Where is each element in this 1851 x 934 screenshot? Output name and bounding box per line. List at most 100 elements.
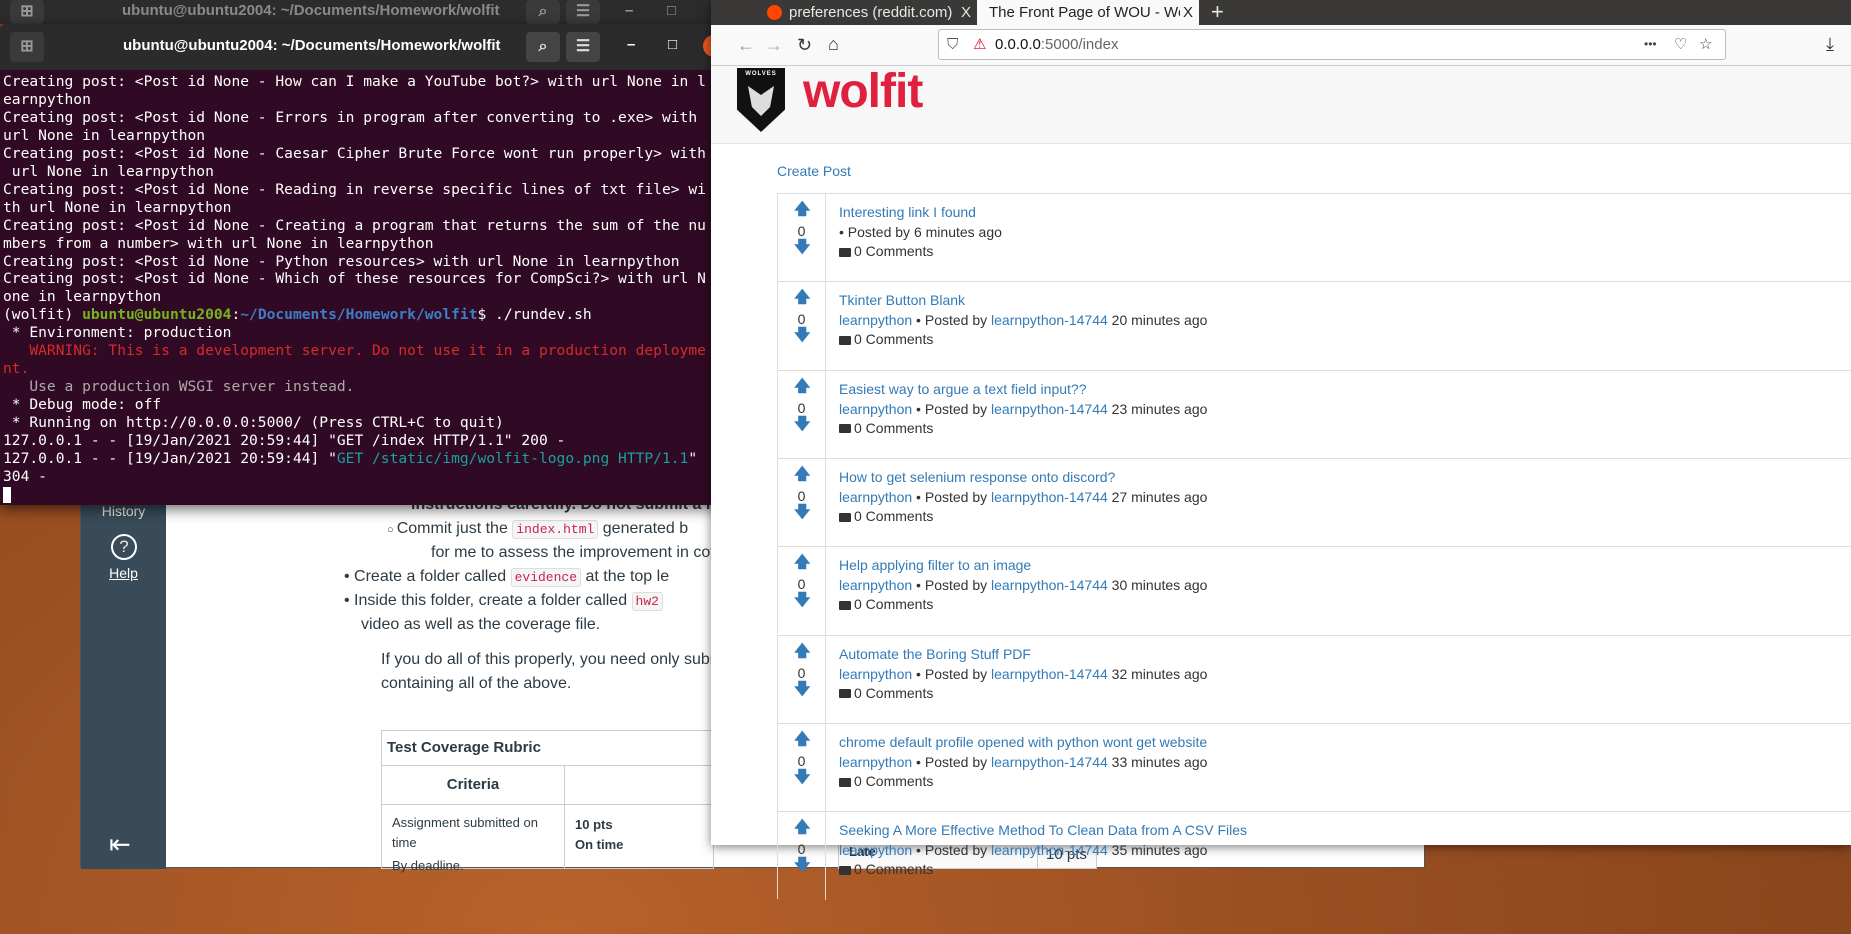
- comments-link[interactable]: 0 Comments: [839, 685, 933, 701]
- post-age: 23 minutes ago: [1111, 400, 1208, 417]
- terminal-window[interactable]: ⊞ ubuntu@ubuntu2004: ~/Documents/Homewor…: [0, 24, 738, 505]
- minimize-icon[interactable]: –: [625, 2, 633, 19]
- upvote-icon[interactable]: 🡅: [794, 555, 810, 571]
- upvote-icon[interactable]: 🡅: [794, 643, 810, 660]
- terminal-titlebar[interactable]: ⊞ ubuntu@ubuntu2004: ~/Documents/Homewor…: [0, 24, 738, 70]
- upvote-icon[interactable]: 🡅: [794, 820, 810, 836]
- upvote-icon[interactable]: 🡅: [794, 731, 810, 748]
- downvote-icon[interactable]: 🡇: [794, 504, 810, 521]
- comments-link[interactable]: 0 Comments: [839, 331, 933, 347]
- post-title-link[interactable]: Easiest way to argue a text field input?…: [839, 381, 1086, 397]
- downvote-icon[interactable]: 🡇: [794, 681, 810, 698]
- download-icon[interactable]: ⤓: [1826, 34, 1834, 54]
- tab-reddit-preferences[interactable]: preferences (reddit.com) X: [757, 0, 977, 25]
- author-link[interactable]: learnpython-14744: [991, 842, 1108, 858]
- post-title-link[interactable]: How to get selenium response onto discor…: [839, 469, 1115, 485]
- author-link[interactable]: learnpython-14744: [991, 312, 1108, 328]
- upvote-icon[interactable]: 🡅: [794, 378, 810, 395]
- posted-by-label: Posted by: [847, 224, 911, 240]
- close-tab-icon[interactable]: X: [1179, 0, 1193, 25]
- help-icon[interactable]: ?: [111, 534, 137, 560]
- downvote-icon[interactable]: 🡇: [794, 240, 810, 256]
- new-tab-icon[interactable]: +: [1211, 0, 1224, 24]
- wolfit-logo-text[interactable]: wolfit: [803, 64, 923, 119]
- downvote-icon[interactable]: 🡇: [794, 858, 810, 874]
- upvote-icon[interactable]: 🡅: [794, 466, 810, 483]
- upvote-icon[interactable]: 🡅: [794, 290, 810, 306]
- menu-icon[interactable]: ☰: [566, 32, 600, 62]
- menu-icon[interactable]: ☰: [566, 0, 600, 24]
- downvote-icon[interactable]: 🡇: [794, 593, 810, 609]
- output-line: earnpython: [3, 90, 91, 108]
- comments-link[interactable]: 0 Comments: [839, 243, 933, 259]
- shield-icon[interactable]: ⛉: [947, 30, 958, 59]
- subreddit-link[interactable]: learnpython: [839, 489, 912, 505]
- author-link[interactable]: learnpython-14744: [991, 754, 1108, 770]
- collapse-nav-icon[interactable]: ⇤: [109, 829, 131, 860]
- comments-link[interactable]: 0 Comments: [839, 420, 933, 436]
- post-meta: learnpython • Posted by learnpython-1474…: [839, 842, 1208, 859]
- wolfit-logo-icon[interactable]: WOLVES: [737, 68, 785, 132]
- back-terminal-titlebar[interactable]: ⊞ ubuntu@ubuntu2004: ~/Documents/Homewor…: [0, 0, 722, 24]
- author-link[interactable]: learnpython-14744: [991, 489, 1108, 505]
- subreddit-link[interactable]: learnpython: [839, 577, 912, 593]
- upvote-icon[interactable]: 🡅: [794, 202, 810, 218]
- firefox-window: preferences (reddit.com) X The Front Page…: [711, 0, 1851, 901]
- post-title-link[interactable]: Help applying filter to an image: [839, 557, 1031, 573]
- downvote-icon[interactable]: 🡇: [794, 328, 810, 344]
- downvote-icon[interactable]: 🡇: [794, 769, 810, 786]
- post-row: 🡅 0 🡇 Easiest way to argue a text field …: [777, 369, 1851, 459]
- reload-icon[interactable]: ↻: [797, 35, 812, 55]
- author-link[interactable]: learnpython-14744: [991, 401, 1108, 417]
- comment-icon: [839, 689, 851, 699]
- search-icon[interactable]: ⌕: [526, 32, 560, 62]
- sidebar-help[interactable]: Help: [81, 565, 166, 581]
- author-link[interactable]: learnpython-14744: [991, 577, 1108, 593]
- sidebar-history[interactable]: History: [81, 503, 166, 519]
- post-title-link[interactable]: Tkinter Button Blank: [839, 292, 965, 308]
- post-title-link[interactable]: Interesting link I found: [839, 204, 976, 220]
- comment-icon: [839, 512, 851, 522]
- comments-link[interactable]: 0 Comments: [839, 861, 933, 877]
- url-bar[interactable]: ⛉ ⚠ 0.0.0.0:5000/index ••• ♡ ☆: [938, 29, 1726, 60]
- subreddit-link[interactable]: learnpython: [839, 666, 912, 682]
- output-line: * Debug mode: off: [3, 396, 162, 414]
- reddit-icon: [767, 5, 782, 20]
- terminal-output[interactable]: Creating post: <Post id None - How can I…: [3, 73, 706, 504]
- code-snippet: index.html: [512, 520, 599, 539]
- comments-link[interactable]: 0 Comments: [839, 596, 933, 612]
- maximize-icon[interactable]: □: [667, 2, 676, 19]
- insecure-lock-icon[interactable]: ⚠: [973, 30, 986, 59]
- forward-icon[interactable]: →: [765, 35, 783, 55]
- downvote-icon[interactable]: 🡇: [794, 416, 810, 433]
- posted-by-label: Posted by: [924, 577, 988, 594]
- page-actions-icon[interactable]: •••: [1644, 30, 1657, 59]
- rubric-rating-cell[interactable]: 10 pts On time: [564, 804, 714, 869]
- tab-wolfit-front-page[interactable]: The Front Page of WOU - Wo X: [977, 0, 1199, 25]
- search-icon[interactable]: ⌕: [526, 0, 560, 24]
- subreddit-link[interactable]: learnpython: [839, 401, 912, 417]
- rubric-criterion-cell: Assignment submitted on time By deadline…: [381, 804, 565, 873]
- new-tab-icon[interactable]: ⊞: [10, 32, 44, 62]
- comments-count: 0 Comments: [854, 684, 934, 701]
- author-link[interactable]: learnpython-14744: [991, 666, 1108, 682]
- post-title-link[interactable]: Automate the Boring Stuff PDF: [839, 646, 1031, 662]
- vote-score: 0: [797, 399, 806, 416]
- comments-link[interactable]: 0 Comments: [839, 773, 933, 789]
- subreddit-link[interactable]: learnpython: [839, 754, 912, 770]
- post-title-link[interactable]: chrome default profile opened with pytho…: [839, 734, 1207, 750]
- bookmark-star-icon[interactable]: ☆: [1699, 30, 1712, 59]
- subreddit-link[interactable]: learnpython: [839, 312, 912, 328]
- minimize-icon[interactable]: –: [627, 36, 635, 53]
- maximize-icon[interactable]: □: [668, 36, 677, 53]
- comments-link[interactable]: 0 Comments: [839, 508, 933, 524]
- new-tab-icon[interactable]: ⊞: [10, 0, 44, 24]
- home-icon[interactable]: ⌂: [828, 34, 839, 54]
- back-icon[interactable]: ←: [737, 35, 755, 55]
- subreddit-link[interactable]: learnpython: [839, 842, 912, 858]
- post-title-link[interactable]: Seeking A More Effective Method To Clean…: [839, 822, 1247, 838]
- close-tab-icon[interactable]: X: [961, 0, 971, 25]
- create-post-link[interactable]: Create Post: [777, 163, 851, 179]
- posted-by-label: Posted by: [924, 665, 988, 682]
- pocket-icon[interactable]: ♡: [1674, 30, 1687, 59]
